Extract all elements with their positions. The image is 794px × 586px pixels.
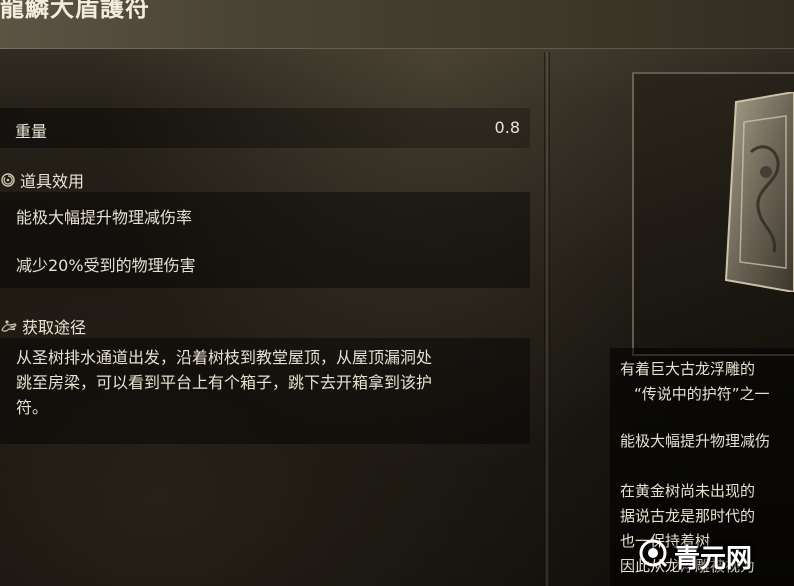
effect-line-2: 减少20%受到的物理伤害 [16, 256, 196, 275]
effect-body: 能极大幅提升物理减伤率 减少20%受到的物理伤害 [0, 192, 530, 288]
acquisition-line-2: 跳至房梁，可以看到平台上有个箱子，跳下去开箱拿到该护 [16, 373, 433, 392]
weight-value: 0.8 [494, 118, 520, 137]
item-preview-column: 有着巨大古龙浮雕的 “传说中的护符”之一 能极大幅提升物理减伤 在黄金树尚未出现… [556, 52, 794, 586]
item-info-column: 重量 0.8 道具效用 能极大幅提升物理减伤率 减少20%受到的物理伤害 获取途… [0, 52, 534, 586]
watermark: 青元网 [638, 538, 752, 575]
flavor-line-2: “传说中的护符”之一 [634, 385, 770, 403]
flavor-line-4: 在黄金树尚未出现的 [620, 482, 756, 500]
flavor-line-1: 有着巨大古龙浮雕的 [620, 360, 756, 378]
acquisition-heading: 获取途径 [0, 314, 86, 338]
acquisition-hand-icon [0, 318, 18, 334]
acquisition-heading-label: 获取途径 [22, 318, 87, 337]
flavor-line-3: 能极大幅提升物理减伤 [620, 432, 771, 450]
item-detail-screen: 龍鱗大盾護符 重量 0.8 道具效用 能极大幅提升物理减伤率 减少20%受到的物… [0, 0, 794, 586]
acquisition-line-3: 符。 [16, 398, 49, 417]
effect-swirl-icon [0, 172, 16, 188]
talisman-image [696, 90, 794, 296]
flavor-line-5: 据说古龙是那时代的 [620, 507, 756, 525]
watermark-text: 青元网 [674, 544, 753, 574]
effect-heading: 道具效用 [0, 168, 84, 192]
acquisition-line-1: 从圣树排水通道出发，沿着树枝到教堂屋顶，从屋顶漏洞处 [16, 348, 433, 367]
effect-line-1: 能极大幅提升物理减伤率 [16, 208, 193, 227]
watermark-logo-icon [638, 538, 668, 575]
title-banner: 龍鱗大盾護符 [0, 0, 794, 49]
effect-heading-label: 道具效用 [20, 172, 85, 191]
column-divider [544, 52, 550, 586]
weight-label: 重量 [15, 122, 48, 141]
item-title: 龍鱗大盾護符 [0, 0, 150, 22]
acquisition-body: 从圣树排水通道出发，沿着树枝到教堂屋顶，从屋顶漏洞处 跳至房梁，可以看到平台上有… [0, 338, 530, 444]
weight-row: 重量 0.8 [0, 108, 530, 148]
